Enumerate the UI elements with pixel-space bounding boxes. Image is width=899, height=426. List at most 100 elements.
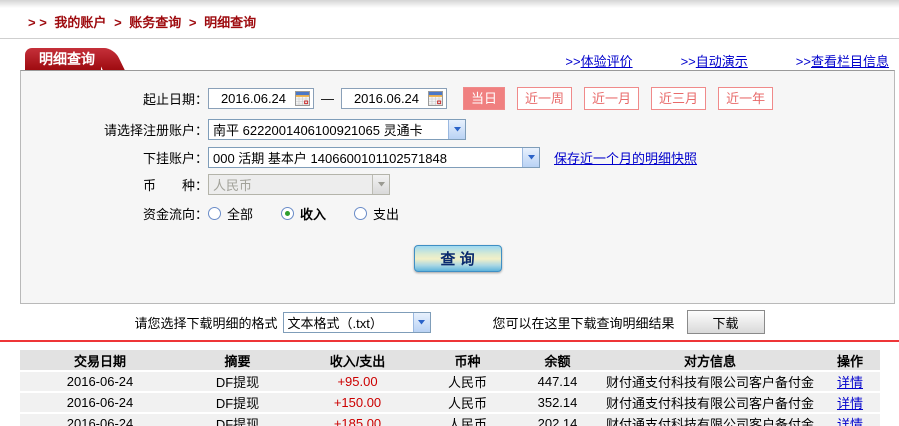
chevron-down-icon — [372, 174, 389, 194]
fund-flow-row: 资金流向： 全部 收入 支出 — [21, 202, 894, 224]
flow-option-expense[interactable]: 支出 — [354, 204, 399, 223]
registered-account-select[interactable]: 南平 6222001406100921065 灵通卡 — [208, 118, 466, 140]
quick-range-today-button[interactable]: 当日 — [463, 86, 506, 110]
quick-range-week-button[interactable]: 近一周 — [517, 86, 573, 110]
col-header-balance: 余额 — [515, 350, 600, 370]
fund-flow-label: 资金流向： — [142, 206, 208, 222]
flow-option-all[interactable]: 全部 — [208, 204, 253, 223]
query-form-panel: 起止日期： 2016.06.24 — 2016.06.24 当日 近一周 近一月… — [20, 70, 895, 304]
registered-account-row: 请选择注册账户： 南平 6222001406100921065 灵通卡 — [21, 118, 894, 140]
table-header-row: 交易日期 摘要 收入/支出 币种 余额 对方信息 操作 — [20, 350, 880, 370]
link-prefix: >> — [680, 54, 696, 69]
column-info-link[interactable]: >>查看栏目信息 — [796, 51, 889, 70]
cell-action: 详情 — [820, 372, 880, 391]
detail-link[interactable]: 详情 — [837, 375, 863, 390]
breadcrumb-item-detail-query[interactable]: 明细查询 — [204, 15, 256, 30]
registered-account-label: 请选择注册账户： — [103, 122, 208, 138]
breadcrumb-item-my-account[interactable]: 我的账户 — [54, 15, 106, 30]
radio-button-unchecked-icon[interactable] — [354, 206, 368, 220]
col-header-counterparty: 对方信息 — [600, 350, 820, 370]
start-date-input[interactable]: 2016.06.24 — [208, 87, 314, 109]
link-prefix: >> — [565, 54, 581, 69]
cell-date: 2016-06-24 — [20, 372, 180, 391]
radio-button-unchecked-icon[interactable] — [208, 206, 221, 220]
cell-amount: +150.00 — [295, 393, 420, 412]
chevron-down-icon — [448, 119, 465, 139]
sub-account-select[interactable]: 000 活期 基本户 1406600101102571848 — [208, 146, 540, 168]
link-label: 查看栏目信息 — [810, 54, 889, 69]
flow-option-income[interactable]: 收入 — [281, 204, 326, 223]
page-title-tab: 明细查询 — [25, 48, 101, 70]
sub-account-value: 000 活期 基本户 1406600101102571848 — [213, 150, 447, 166]
sub-account-label: 下挂账户： — [142, 150, 208, 166]
red-divider — [0, 340, 899, 342]
breadcrumb-separator: > — [188, 15, 197, 30]
cell-amount: +185.00 — [295, 414, 420, 426]
chevron-down-icon — [522, 147, 539, 167]
cell-date: 2016-06-24 — [20, 414, 180, 426]
experience-rating-link[interactable]: >>体验评价 — [565, 51, 632, 70]
cell-currency: 人民币 — [420, 372, 515, 391]
cell-summary: DF提现 — [180, 414, 295, 426]
flow-option-label[interactable]: 支出 — [373, 204, 399, 223]
page-top-gradient — [0, 0, 899, 8]
table-header: 交易日期 摘要 收入/支出 币种 余额 对方信息 操作 — [20, 350, 880, 370]
header-links: >>体验评价 >>自动演示 >>查看栏目信息 — [565, 51, 889, 70]
save-snapshot-link[interactable]: 保存近一个月的明细快照 — [554, 148, 697, 167]
col-header-summary: 摘要 — [180, 350, 295, 370]
cell-counterparty: 财付通支付科技有限公司客户备付金 — [600, 393, 820, 412]
link-label: 自动演示 — [695, 54, 748, 69]
link-prefix: >> — [795, 54, 811, 69]
cell-currency: 人民币 — [420, 393, 515, 412]
section-header: 明细查询 >>体验评价 >>自动演示 >>查看栏目信息 — [0, 48, 899, 70]
breadcrumb: > > 我的账户 > 账务查询 > 明细查询 — [0, 8, 899, 38]
col-header-amount: 收入/支出 — [295, 350, 420, 370]
cell-summary: DF提现 — [180, 393, 295, 412]
detail-link[interactable]: 详情 — [837, 417, 863, 426]
cell-summary: DF提现 — [180, 372, 295, 391]
breadcrumb-separator: > — [114, 15, 122, 30]
registered-account-value: 南平 6222001406100921065 灵通卡 — [213, 122, 423, 138]
col-header-currency: 币种 — [420, 350, 515, 370]
cell-balance: 352.14 — [515, 393, 600, 412]
currency-select-disabled: 人民币 — [208, 173, 390, 195]
cell-currency: 人民币 — [420, 414, 515, 426]
quick-range-month-button[interactable]: 近一月 — [584, 86, 640, 110]
breadcrumb-divider — [0, 38, 899, 39]
flow-option-label[interactable]: 收入 — [300, 204, 326, 223]
download-row: 请您选择下载明细的格式 文本格式（.txt） 您可以在这里下载查询明细结果 下载 — [0, 304, 899, 340]
table-body: 2016-06-24 DF提现 +95.00 人民币 447.14 财付通支付科… — [20, 372, 880, 426]
currency-row: 币 种： 人民币 — [21, 173, 894, 195]
cell-date: 2016-06-24 — [20, 393, 180, 412]
radio-button-checked-icon[interactable] — [281, 206, 295, 220]
col-header-action: 操作 — [820, 350, 880, 370]
cell-action: 详情 — [820, 414, 880, 426]
table-row: 2016-06-24 DF提现 +150.00 人民币 352.14 财付通支付… — [20, 393, 880, 412]
cell-balance: 202.14 — [515, 414, 600, 426]
detail-link[interactable]: 详情 — [837, 396, 863, 411]
date-range-label: 起止日期： — [142, 91, 208, 107]
query-button[interactable]: 查 询 — [413, 245, 502, 272]
cell-counterparty: 财付通支付科技有限公司客户备付金 — [600, 414, 820, 426]
calendar-icon[interactable] — [295, 90, 310, 106]
download-button[interactable]: 下载 — [686, 310, 765, 334]
sub-account-row: 下挂账户： 000 活期 基本户 1406600101102571848 保存近… — [21, 146, 894, 168]
calendar-icon[interactable] — [428, 90, 443, 106]
quick-range-quarter-button[interactable]: 近三月 — [651, 86, 707, 110]
auto-demo-link[interactable]: >>自动演示 — [681, 51, 748, 70]
download-format-select[interactable]: 文本格式（.txt） — [282, 311, 431, 333]
start-date-value: 2016.06.24 — [220, 90, 287, 106]
flow-option-label[interactable]: 全部 — [227, 204, 253, 223]
end-date-value: 2016.06.24 — [353, 90, 420, 106]
transaction-table: 交易日期 摘要 收入/支出 币种 余额 对方信息 操作 2016-06-24 D… — [20, 348, 880, 426]
date-range-dash: — — [321, 90, 334, 106]
quick-range-year-button[interactable]: 近一年 — [718, 86, 774, 110]
cell-action: 详情 — [820, 393, 880, 412]
col-header-date: 交易日期 — [20, 350, 180, 370]
currency-value: 人民币 — [213, 177, 253, 193]
table-row: 2016-06-24 DF提现 +95.00 人民币 447.14 财付通支付科… — [20, 372, 880, 391]
breadcrumb-item-account-query[interactable]: 账务查询 — [129, 15, 181, 30]
cell-balance: 447.14 — [515, 372, 600, 391]
download-format-value: 文本格式（.txt） — [287, 315, 383, 331]
end-date-input[interactable]: 2016.06.24 — [341, 87, 447, 109]
